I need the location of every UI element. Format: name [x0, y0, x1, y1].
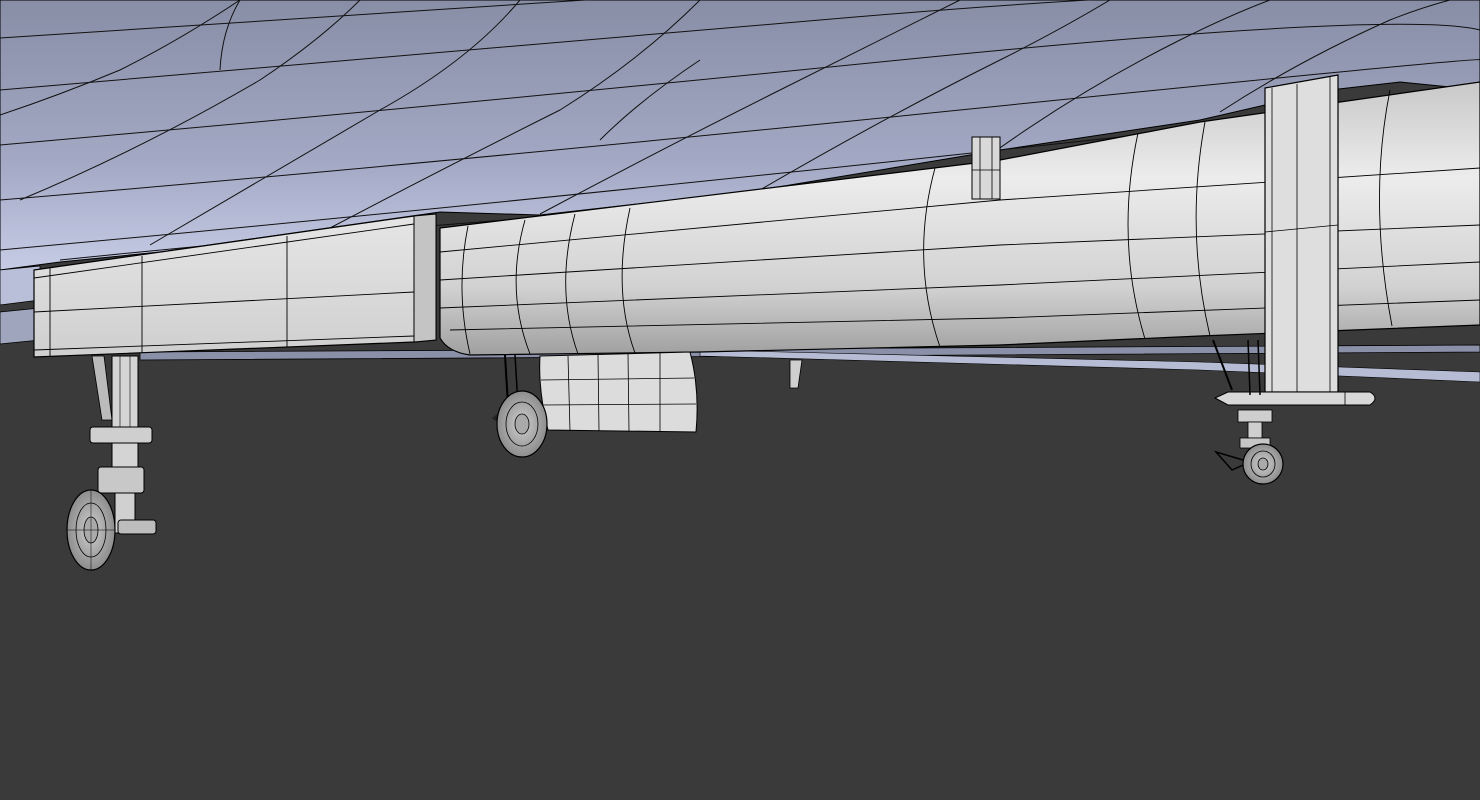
middle-wheel — [496, 390, 548, 458]
wireframe-render[interactable] — [0, 0, 1480, 800]
nose-wheel — [66, 489, 116, 571]
3d-viewport[interactable] — [0, 0, 1480, 800]
nose-landing-gear — [66, 355, 157, 571]
rear-pitot-tube — [1213, 391, 1376, 406]
gear-door-panel — [539, 351, 698, 433]
vertical-strut — [1264, 74, 1339, 393]
middle-landing-gear — [492, 354, 548, 458]
ventral-fin — [789, 359, 803, 389]
rear-wheel — [1242, 443, 1284, 485]
small-antenna-fin — [971, 136, 1001, 200]
